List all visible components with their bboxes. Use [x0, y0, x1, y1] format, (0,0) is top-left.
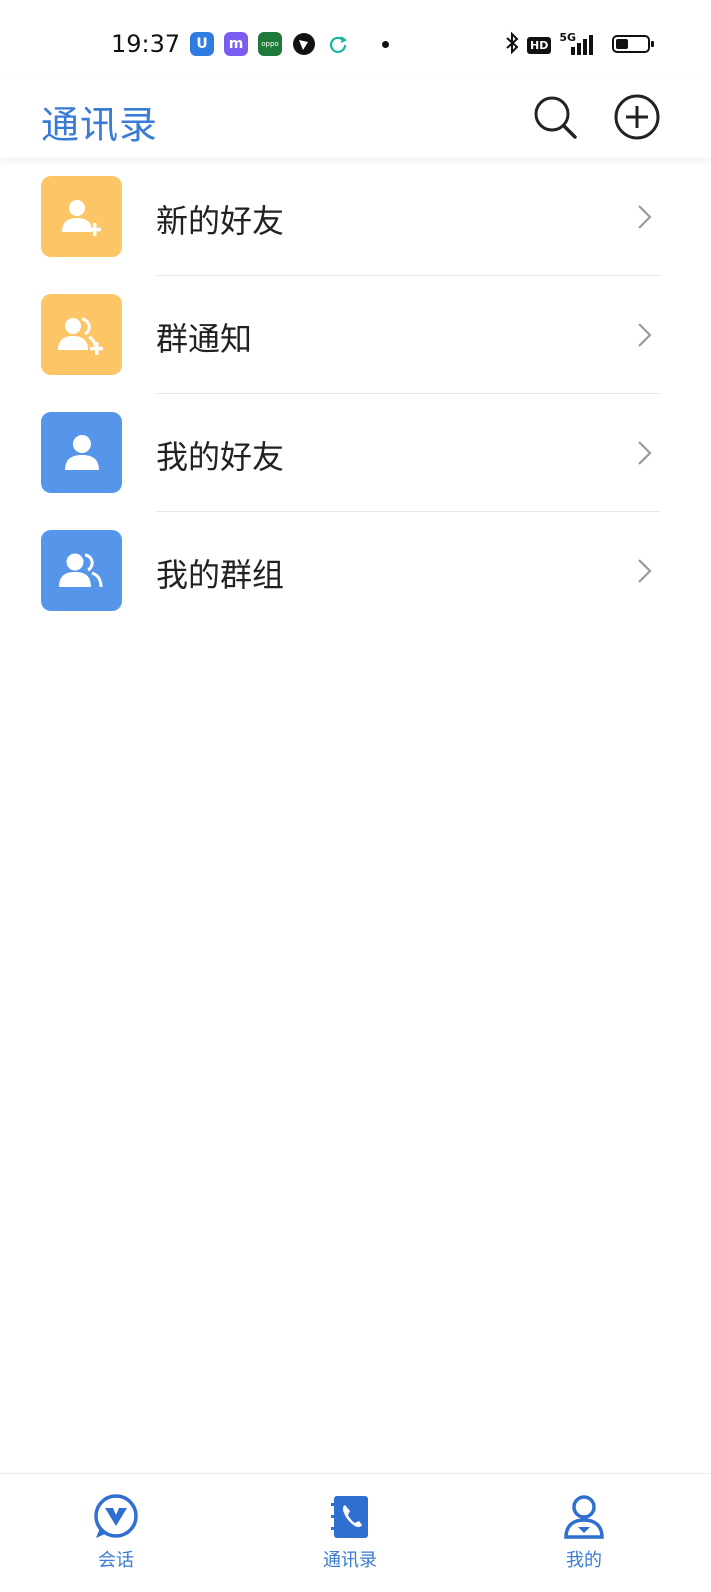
my-friends-label: 我的好友: [156, 438, 285, 476]
status-time: 19:37: [111, 30, 181, 58]
contacts-menu-list: 新的好友 群通知 我的好友 我的群组: [0, 158, 711, 630]
profile-icon: [559, 1492, 609, 1542]
bluetooth-icon: [505, 31, 519, 59]
user-icon: [41, 412, 122, 493]
battery-tip: [651, 41, 654, 47]
hd-badge: HD: [527, 36, 552, 54]
tab-me-label: 我的: [566, 1550, 602, 1571]
my-groups-label: 我的群组: [156, 556, 285, 594]
oppo-app-icon: oppo: [258, 32, 282, 56]
battery-level: [616, 39, 628, 49]
tab-chats[interactable]: 会话: [56, 1474, 176, 1592]
system-indicators: HD 5G: [505, 31, 594, 59]
status-bar: 19:37 U m oppo HD 5G: [0, 0, 711, 80]
group-notifications-row[interactable]: 群通知: [0, 276, 711, 394]
page-title: 通讯录: [41, 103, 159, 147]
battery-icon: [612, 35, 654, 53]
tab-contacts-label: 通讯录: [323, 1550, 377, 1571]
bottom-navigation: 会话 通讯录 我的: [0, 1473, 711, 1592]
my-groups-row[interactable]: 我的群组: [0, 512, 711, 630]
bird-app-icon: [292, 32, 316, 56]
group-add-icon: [41, 294, 122, 375]
chat-icon: [91, 1492, 141, 1542]
sync-icon: [326, 32, 350, 56]
chevron-right-icon: [633, 202, 655, 236]
new-friends-label: 新的好友: [156, 202, 285, 240]
contacts-book-icon: [325, 1492, 375, 1542]
more-notifications-dot: [382, 40, 389, 48]
group-notifications-label: 群通知: [156, 320, 253, 358]
u-app-icon: U: [190, 32, 214, 56]
tab-chats-label: 会话: [98, 1550, 134, 1571]
group-icon: [41, 530, 122, 611]
plus-circle-icon: [614, 94, 660, 140]
search-button[interactable]: [530, 92, 580, 142]
my-friends-row[interactable]: 我的好友: [0, 394, 711, 512]
chevron-right-icon: [633, 438, 655, 472]
tab-me[interactable]: 我的: [524, 1474, 644, 1592]
tab-contacts[interactable]: 通讯录: [290, 1474, 410, 1592]
new-friends-row[interactable]: 新的好友: [0, 158, 711, 276]
app-header: 通讯录: [0, 80, 711, 158]
user-add-icon: [41, 176, 122, 257]
add-button[interactable]: [612, 92, 662, 142]
search-icon: [534, 96, 577, 139]
notification-icons: U m oppo: [190, 32, 389, 56]
chevron-right-icon: [633, 320, 655, 354]
m-app-icon: m: [224, 32, 248, 56]
chevron-right-icon: [633, 556, 655, 590]
signal-icon: 5G: [559, 31, 594, 57]
